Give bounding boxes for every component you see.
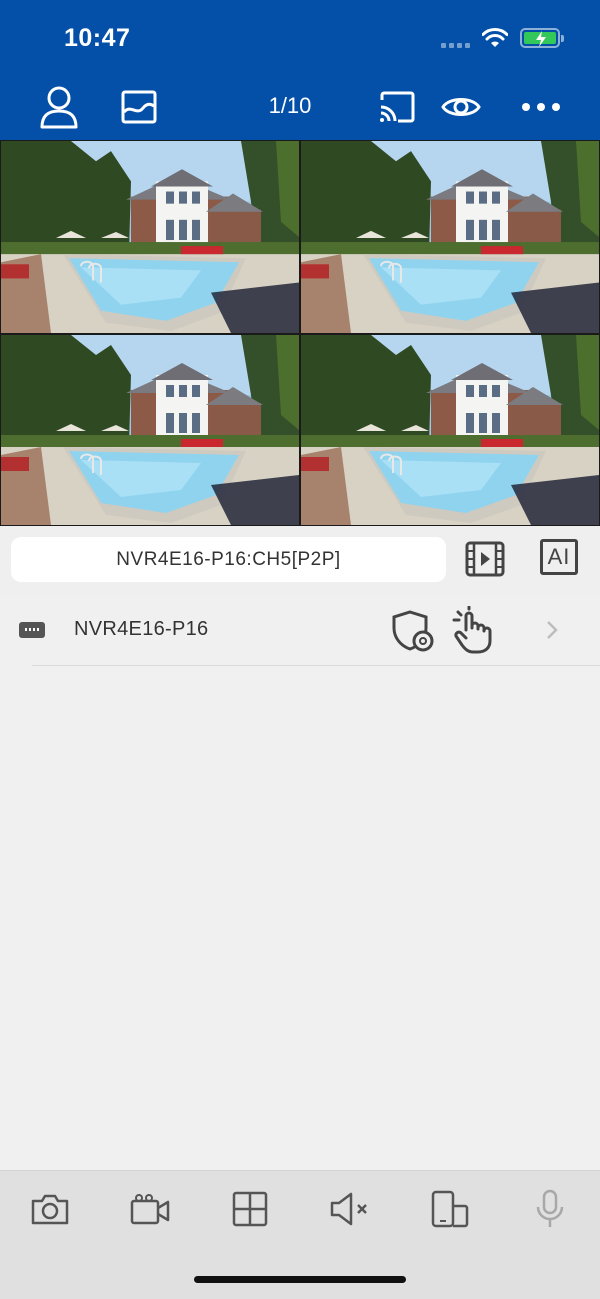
camera-tile[interactable] (301, 335, 599, 525)
home-indicator (194, 1276, 406, 1283)
cast-button[interactable] (374, 84, 420, 130)
eye-icon (441, 98, 481, 116)
chevron-right-icon (547, 621, 558, 639)
layout-grid-button[interactable] (228, 1187, 272, 1231)
device-list: NVR4E16-P16 (0, 594, 600, 1170)
channel-bar: NVR4E16-P16:CH5[P2P] AI (0, 527, 600, 593)
ai-button[interactable]: AI (540, 539, 578, 575)
camera-tile[interactable] (301, 141, 599, 333)
talk-button[interactable] (528, 1187, 572, 1231)
hand-tap-icon (452, 605, 492, 654)
grid-icon (232, 1191, 268, 1227)
camera-feed-image (1, 335, 299, 525)
status-indicators (441, 28, 564, 48)
video-camera-icon (130, 1194, 170, 1225)
status-time: 10:47 (64, 24, 131, 52)
device-switch-button[interactable] (428, 1187, 472, 1231)
security-settings-button[interactable] (390, 608, 436, 654)
record-button[interactable] (128, 1187, 172, 1231)
device-name: NVR4E16-P16 (74, 618, 209, 640)
camera-icon (31, 1194, 69, 1225)
wifi-icon (482, 28, 508, 47)
microphone-icon (536, 1189, 564, 1227)
camera-tile[interactable] (1, 141, 299, 333)
cellular-signal-icon (441, 28, 470, 48)
camera-tile[interactable] (1, 335, 299, 525)
view-toggle-button[interactable] (438, 84, 484, 130)
camera-feed-image (301, 141, 599, 333)
gallery-button[interactable] (116, 84, 162, 130)
battery-icon (520, 28, 564, 48)
film-play-icon (465, 541, 505, 577)
page-counter: 1/10 (268, 93, 312, 118)
ai-label: AI (547, 544, 571, 569)
more-icon (522, 103, 560, 111)
audio-toggle-button[interactable] (328, 1187, 372, 1231)
list-divider (32, 665, 600, 666)
playback-button[interactable] (465, 539, 505, 579)
nvr-device-icon (19, 622, 45, 638)
user-icon (40, 86, 78, 129)
phone-tablet-icon (431, 1190, 469, 1228)
cast-icon (380, 91, 415, 123)
speaker-muted-icon (330, 1192, 367, 1226)
snapshot-button[interactable] (28, 1187, 72, 1231)
shield-gear-icon (392, 610, 434, 652)
camera-feed-image (1, 141, 299, 333)
user-profile-button[interactable] (36, 84, 82, 130)
channel-name[interactable]: NVR4E16-P16:CH5[P2P] (11, 537, 446, 582)
camera-grid (0, 140, 600, 526)
list-item[interactable]: NVR4E16-P16 (0, 594, 600, 666)
camera-feed-image (301, 335, 599, 525)
remote-control-button[interactable] (450, 605, 496, 654)
more-options-button[interactable] (518, 84, 564, 130)
app-header: 10:47 1/10 (0, 0, 600, 140)
image-icon (121, 90, 157, 124)
